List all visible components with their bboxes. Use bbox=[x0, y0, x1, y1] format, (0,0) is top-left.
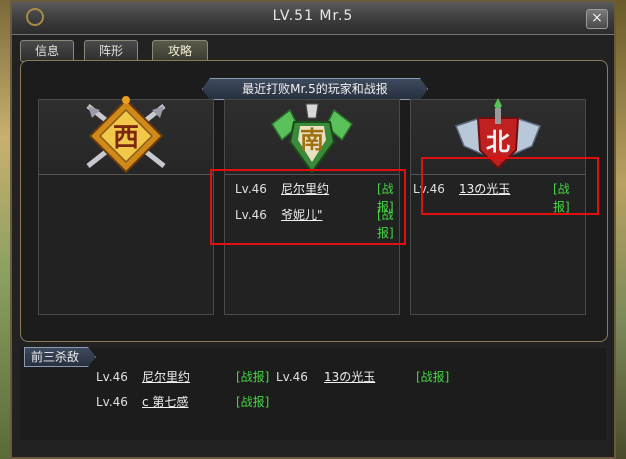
west-emblem-icon: 西 bbox=[86, 96, 166, 174]
window-title: LV.51 Mr.5 bbox=[272, 8, 354, 24]
highlight-box bbox=[210, 169, 406, 245]
battle-report-link[interactable]: [战报] bbox=[416, 368, 449, 386]
list-item: Lv.46 尼尔里约 [战报] bbox=[96, 368, 286, 386]
player-name-link[interactable]: 13の光玉 bbox=[324, 368, 375, 386]
south-emblem-label: 南 bbox=[300, 126, 324, 154]
south-emblem-icon: 南 bbox=[271, 103, 353, 174]
tab-strategy[interactable]: 攻略 bbox=[152, 40, 208, 62]
list-item: Lv.46 13の光玉 [战报] bbox=[276, 368, 466, 386]
tab-formation[interactable]: 阵形 bbox=[84, 40, 138, 62]
top-kills-label: 前三杀敌 bbox=[24, 347, 96, 367]
list-item: Lv.46 c 第七感 [战报] bbox=[96, 393, 286, 411]
tab-info[interactable]: 信息 bbox=[20, 40, 74, 62]
battle-report-link[interactable]: [战报] bbox=[236, 368, 269, 386]
column-south-header: 南 bbox=[225, 100, 399, 175]
player-level: Lv.46 bbox=[96, 395, 128, 409]
player-name-link[interactable]: 尼尔里约 bbox=[142, 368, 190, 386]
player-name-link[interactable]: c 第七感 bbox=[142, 393, 188, 411]
title-bar[interactable]: LV.51 Mr.5 × bbox=[12, 2, 614, 35]
close-button[interactable]: × bbox=[586, 9, 608, 29]
column-west-header: 西 bbox=[39, 96, 213, 175]
mr5-info-window: LV.51 Mr.5 × 信息 阵形 攻略 最近打败Mr.5的玩家和战报 西 南… bbox=[10, 0, 616, 459]
highlight-box bbox=[421, 157, 599, 215]
player-level: Lv.46 bbox=[96, 370, 128, 384]
north-emblem-label: 北 bbox=[486, 128, 510, 156]
player-level: Lv.46 bbox=[276, 370, 308, 384]
west-emblem-label: 西 bbox=[113, 123, 139, 153]
battle-report-link[interactable]: [战报] bbox=[236, 393, 269, 411]
column-west: 西 bbox=[38, 96, 214, 315]
